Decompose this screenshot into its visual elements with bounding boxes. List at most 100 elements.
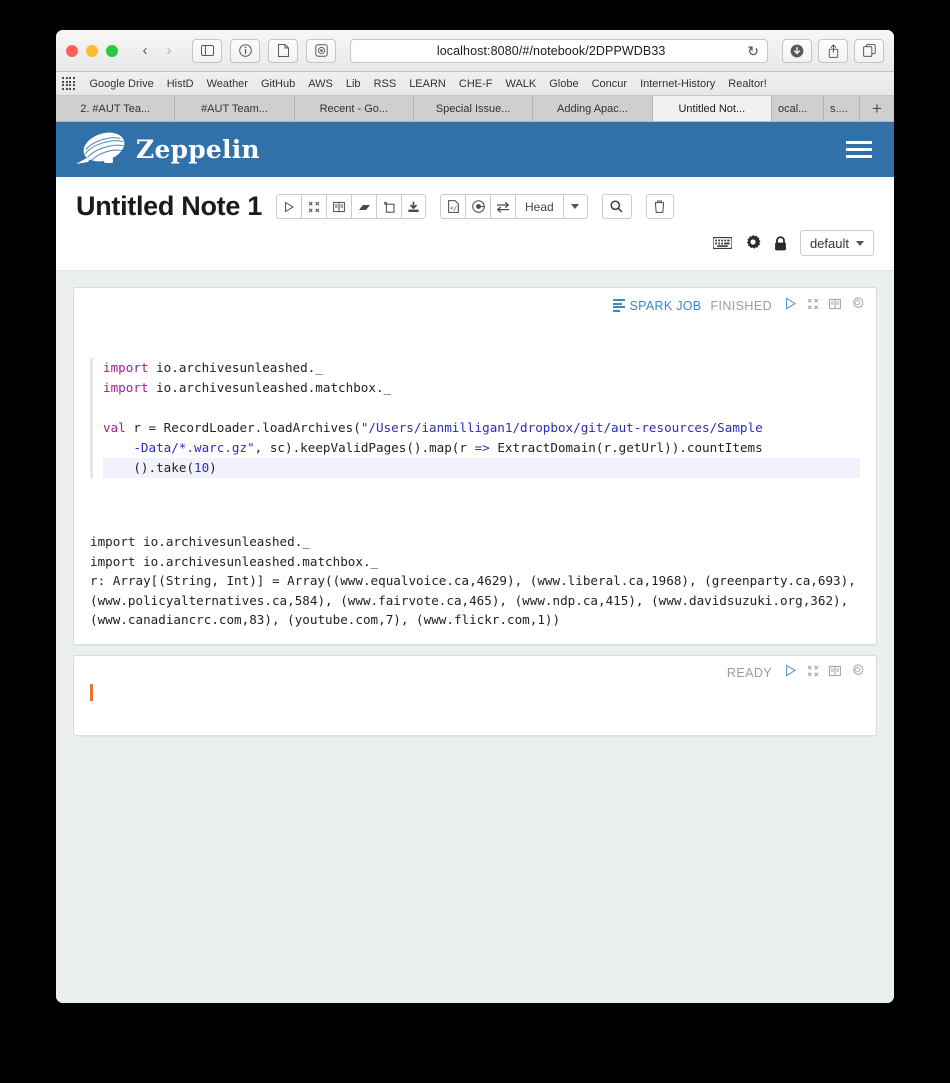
- browser-tab[interactable]: Special Issue...: [414, 96, 533, 121]
- notebook-body: SPARK JOB FINISHED: [56, 271, 894, 1003]
- show-code-button[interactable]: </>: [440, 194, 465, 219]
- paragraph-code-editor[interactable]: import io.archivesunleashed._ import io.…: [74, 314, 876, 530]
- output-line: import io.archivesunleashed._: [90, 534, 310, 549]
- paragraph[interactable]: READY: [73, 655, 877, 736]
- paragraph-settings-icon[interactable]: [851, 297, 864, 315]
- minimize-window-button[interactable]: [86, 45, 98, 57]
- reader-view-icon[interactable]: [268, 39, 298, 63]
- share-icon[interactable]: [818, 39, 848, 63]
- hide-show-all-code-button[interactable]: [301, 194, 326, 219]
- note-header: Untitled Note 1: [56, 177, 894, 222]
- bookmark-weather[interactable]: Weather: [207, 78, 248, 90]
- paragraph[interactable]: SPARK JOB FINISHED: [73, 287, 877, 645]
- run-all-paragraphs-button[interactable]: [276, 194, 301, 219]
- bookmark-che-f[interactable]: CHE-F: [459, 78, 493, 90]
- reload-icon[interactable]: ↻: [747, 44, 759, 58]
- browser-window: ‹ › localhost:8080/#/notebook/2DPPWDB33 …: [56, 30, 894, 1003]
- navigation-buttons: ‹ ›: [134, 40, 180, 62]
- spark-job-link[interactable]: SPARK JOB: [613, 299, 702, 313]
- browser-tab[interactable]: Adding Apac...: [533, 96, 652, 121]
- hide-show-all-output-button[interactable]: [326, 194, 351, 219]
- text-cursor: [90, 684, 93, 701]
- interpreter-binding-select[interactable]: default: [800, 230, 874, 256]
- revision-label[interactable]: Head: [515, 194, 563, 219]
- note-title-row: Untitled Note 1: [76, 191, 874, 222]
- chevron-down-icon: [571, 204, 579, 209]
- back-icon[interactable]: ‹: [134, 40, 156, 62]
- page-title[interactable]: Untitled Note 1: [76, 191, 262, 222]
- paragraph-actions: [784, 664, 864, 682]
- lock-icon[interactable]: [774, 236, 787, 251]
- paragraph-code-editor-empty[interactable]: [74, 682, 876, 735]
- bookmark-learn[interactable]: LEARN: [409, 78, 446, 90]
- browser-tab[interactable]: Recent - Go...: [295, 96, 414, 121]
- output-line: import io.archivesunleashed.matchbox._: [90, 554, 378, 569]
- spark-job-label: SPARK JOB: [630, 299, 702, 313]
- downloads-icon[interactable]: [782, 39, 812, 63]
- privacy-report-icon[interactable]: [306, 39, 336, 63]
- hide-output-icon[interactable]: [829, 664, 841, 682]
- info-icon[interactable]: [230, 39, 260, 63]
- menu-icon[interactable]: [846, 141, 872, 158]
- run-paragraph-icon[interactable]: [784, 297, 797, 315]
- zeppelin-navbar: Zeppelin: [56, 122, 894, 177]
- bookmark-realtor[interactable]: Realtor!: [728, 78, 767, 90]
- search-code-button[interactable]: [602, 194, 632, 219]
- bookmark-github[interactable]: GitHub: [261, 78, 295, 90]
- chevron-down-icon: [856, 241, 864, 246]
- browser-tab[interactable]: s....: [824, 96, 860, 121]
- delete-note-button[interactable]: [646, 194, 674, 219]
- browser-toolbar: ‹ › localhost:8080/#/notebook/2DPPWDB33 …: [56, 30, 894, 72]
- compare-revisions-button[interactable]: [490, 194, 515, 219]
- tabs-overview-icon[interactable]: [854, 39, 884, 63]
- output-line: r: Array[(String, Int)] = Array((www.equ…: [90, 573, 863, 627]
- hide-output-icon[interactable]: [829, 297, 841, 315]
- keyboard-shortcuts-icon[interactable]: [713, 237, 732, 249]
- sidebar-toggle-icon[interactable]: [192, 39, 222, 63]
- bookmark-aws[interactable]: AWS: [308, 78, 333, 90]
- run-paragraph-icon[interactable]: [784, 664, 797, 682]
- maximize-window-button[interactable]: [106, 45, 118, 57]
- browser-tab-active[interactable]: Untitled Not...: [653, 96, 772, 121]
- revision-dropdown-button[interactable]: [563, 194, 588, 219]
- browser-tab[interactable]: #AUT Team...: [175, 96, 294, 121]
- note-title-text: Untitled Note 1: [76, 191, 262, 221]
- close-window-button[interactable]: [66, 45, 78, 57]
- browser-tab[interactable]: 2. #AUT Tea...: [56, 96, 175, 121]
- window-controls: [66, 45, 118, 57]
- bookmark-globe[interactable]: Globe: [549, 78, 578, 90]
- gear-icon[interactable]: [745, 235, 761, 251]
- interpreter-binding-value: default: [810, 236, 849, 251]
- search-group: [602, 194, 632, 219]
- spark-job-icon: [613, 299, 625, 312]
- paragraph-actions: [784, 297, 864, 315]
- browser-tab[interactable]: ocal...: [772, 96, 824, 121]
- bookmark-rss[interactable]: RSS: [374, 78, 397, 90]
- tab-strip: 2. #AUT Tea... #AUT Team... Recent - Go.…: [56, 96, 894, 122]
- forward-icon[interactable]: ›: [158, 40, 180, 62]
- bookmark-walk[interactable]: WALK: [505, 78, 536, 90]
- delete-group: [646, 194, 674, 219]
- toolbar-right-buttons: [782, 39, 884, 63]
- export-note-button[interactable]: [401, 194, 426, 219]
- clone-note-button[interactable]: [376, 194, 401, 219]
- zeppelin-logo-icon[interactable]: [74, 130, 130, 170]
- svg-text:</>: </>: [450, 205, 459, 212]
- apps-grid-icon[interactable]: [62, 77, 75, 90]
- bookmark-histd[interactable]: HistD: [167, 78, 194, 90]
- clear-all-output-button[interactable]: [351, 194, 376, 219]
- bookmark-lib[interactable]: Lib: [346, 78, 361, 90]
- bookmark-google-drive[interactable]: Google Drive: [90, 78, 154, 90]
- paragraph-settings-icon[interactable]: [851, 664, 864, 682]
- note-version-toolbar: </> Head: [440, 194, 588, 219]
- address-bar[interactable]: localhost:8080/#/notebook/2DPPWDB33 ↻: [350, 39, 768, 63]
- version-control-button[interactable]: [465, 194, 490, 219]
- bookmark-internet-history[interactable]: Internet-History: [640, 78, 715, 90]
- hide-code-icon[interactable]: [807, 297, 819, 315]
- new-tab-button[interactable]: +: [860, 96, 894, 121]
- hide-code-icon[interactable]: [807, 664, 819, 682]
- paragraph-header: READY: [74, 656, 876, 682]
- bookmark-concur[interactable]: Concur: [592, 78, 627, 90]
- note-actions-toolbar: [276, 194, 426, 219]
- paragraph-status: FINISHED: [710, 299, 772, 313]
